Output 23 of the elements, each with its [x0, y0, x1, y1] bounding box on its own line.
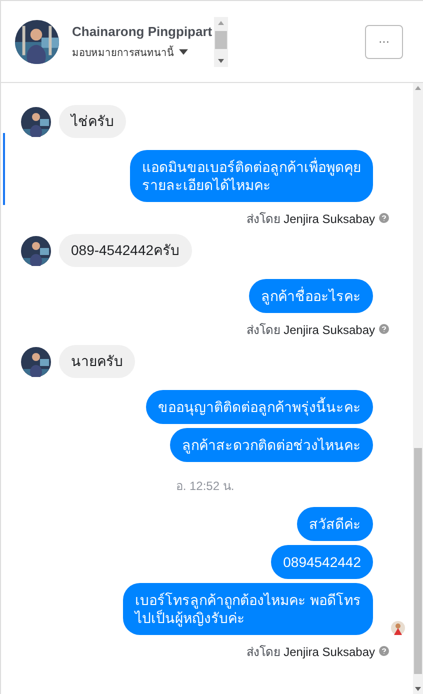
- sent-by-label: ส่งโดย Jenjira Suksabay: [246, 322, 375, 338]
- assign-dropdown[interactable]: มอบหมายการสนทนานี้: [72, 44, 212, 60]
- sent-by-label: ส่งโดย Jenjira Suksabay: [246, 210, 375, 228]
- outgoing-message: 0894542442: [271, 545, 373, 579]
- incoming-message: 089-4542442ครับ: [59, 234, 192, 267]
- outgoing-message: ลูกค้าสะดวกติดต่อช่วงไหนคะ: [170, 428, 373, 462]
- scrollbar[interactable]: [214, 16, 228, 66]
- timestamp: อ. 12:52 น.: [174, 478, 236, 495]
- help-icon[interactable]: [379, 213, 389, 223]
- more-button[interactable]: ···: [365, 24, 403, 58]
- caret-icon: [179, 49, 188, 55]
- incoming-message: นายครับ: [59, 345, 135, 378]
- outgoing-message: แอดมินขอเบอร์ติดต่อลูกค้าเพื่อพูดคุย รายละเอียดได้ไหมคะ: [130, 150, 373, 202]
- help-icon[interactable]: [379, 646, 389, 656]
- outgoing-message: ขออนุญาติติดต่อลูกค้าพรุ่งนี้นะคะ: [146, 390, 373, 424]
- outgoing-message: สวัสดีค่ะ: [297, 507, 373, 541]
- help-icon[interactable]: [379, 324, 389, 334]
- sent-by-label: ส่งโดย Jenjira Suksabay: [246, 644, 375, 660]
- contact-name: Chainarong Pingpipart: [72, 24, 212, 38]
- scrollbar[interactable]: [413, 83, 423, 694]
- outgoing-message: ลูกค้าชื่ออะไรคะ: [249, 279, 373, 313]
- incoming-message: ไช่ครับ: [59, 105, 126, 138]
- outgoing-message: เบอร์โทรลูกค้าถูกต้องไหมคะ พอดีโทร ไปเป็นผู้หญิงรับค่ะ: [123, 583, 373, 635]
